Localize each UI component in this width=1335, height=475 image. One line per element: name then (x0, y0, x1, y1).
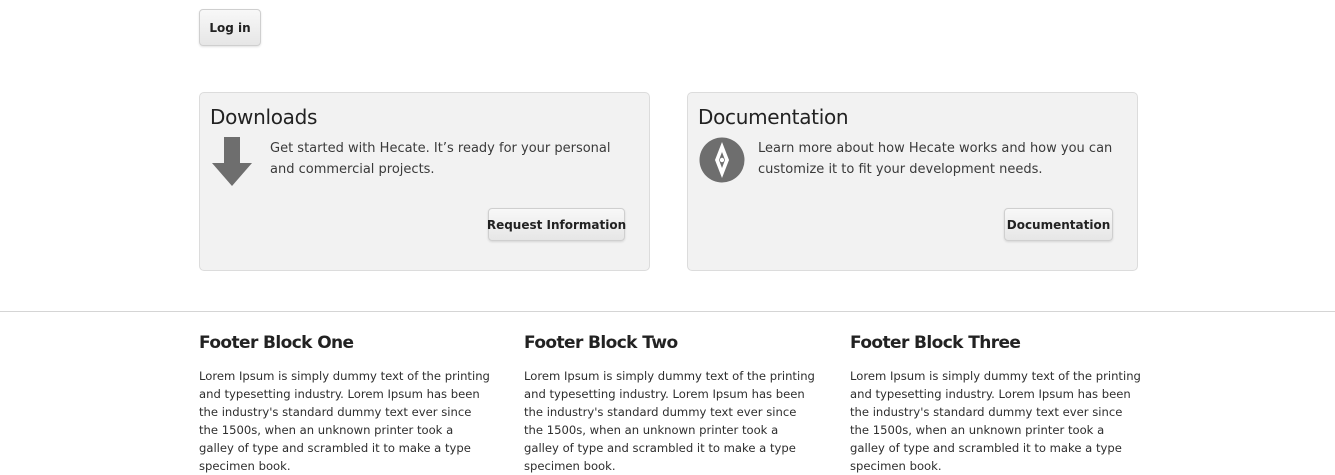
footer-block-title: Footer Block Three (850, 333, 1021, 353)
documentation-description: Learn more about how Hecate works and ho… (758, 141, 1113, 177)
documentation-button[interactable]: Documentation (1004, 208, 1113, 241)
footer-block-text: Lorem Ipsum is simply dummy text of the … (850, 369, 1141, 473)
login-button[interactable]: Log in (199, 9, 261, 46)
footer-block-text: Lorem Ipsum is simply dummy text of the … (524, 369, 815, 473)
footer-block-one: Footer Block One Lorem Ipsum is simply d… (199, 333, 499, 475)
compass-icon (699, 137, 745, 187)
footer-divider (0, 311, 1335, 312)
downloads-title: Downloads (210, 105, 318, 129)
documentation-panel: Documentation Learn more about how Hecat… (687, 92, 1138, 271)
downloads-description: Get started with Hecate. It’s ready for … (270, 141, 611, 177)
footer-block-text: Lorem Ipsum is simply dummy text of the … (199, 369, 490, 473)
footer-block-three: Footer Block Three Lorem Ipsum is simply… (850, 333, 1150, 475)
documentation-title: Documentation (698, 105, 849, 129)
footer-block-title: Footer Block Two (524, 333, 678, 353)
download-arrow-icon (211, 137, 253, 191)
footer-block-title: Footer Block One (199, 333, 354, 353)
footer-block-two: Footer Block Two Lorem Ipsum is simply d… (524, 333, 824, 475)
request-information-button[interactable]: Request Information (487, 208, 626, 241)
downloads-panel: Downloads Get started with Hecate. It’s … (199, 92, 650, 271)
